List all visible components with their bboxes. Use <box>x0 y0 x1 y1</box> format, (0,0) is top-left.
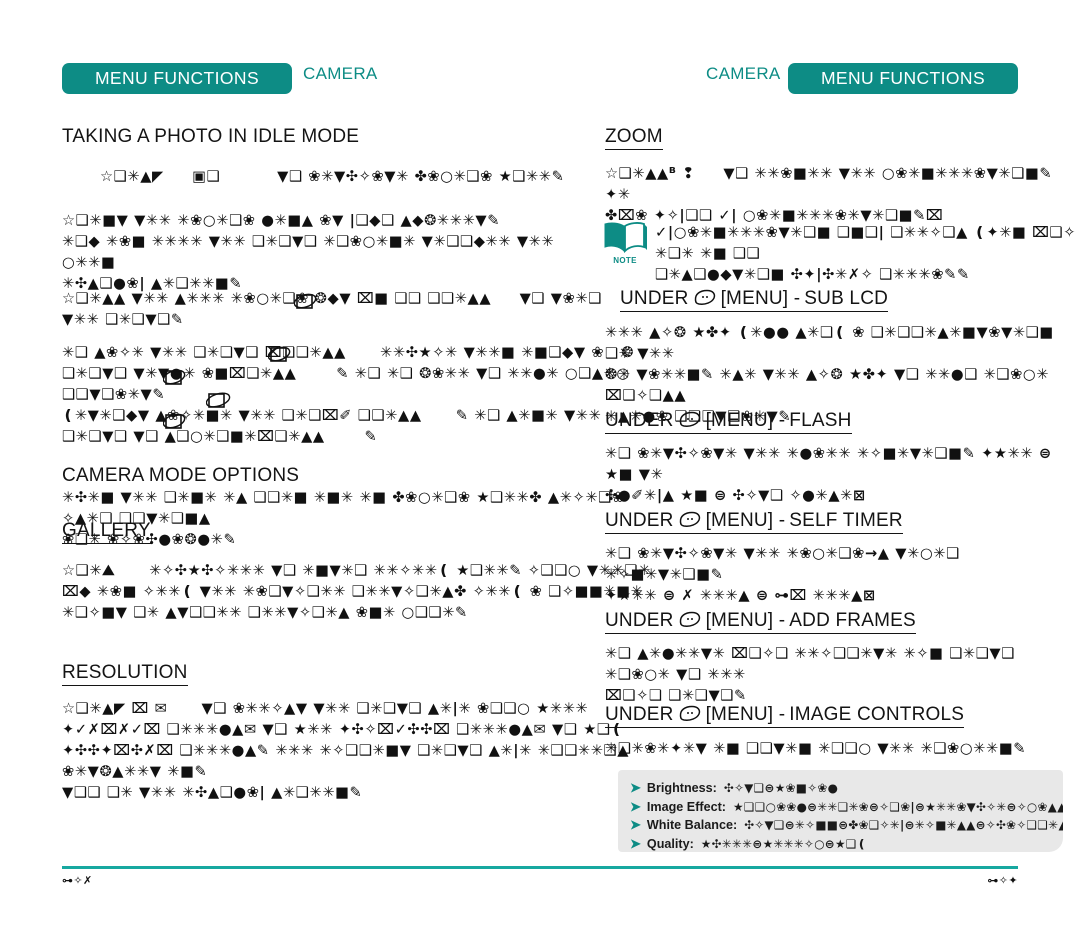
badge-menu-functions-right: MENU FUNCTIONS <box>788 63 1018 94</box>
callout-label-image-effect: Image Effect: <box>646 799 726 814</box>
list-item: ➤ Quality: ★✣✳✳✳⊜★✳✳✳✧○⊜★❑❪ <box>630 835 1063 853</box>
menu-key-icon <box>678 511 702 534</box>
image-controls-callout: ➤ Brightness: ✣✧▼❑⊜★❀■✧❀● ➤ Image Effect… <box>618 770 1063 852</box>
paragraph-self-timer: ✳❑ ❀✳▼✣✧❀▼✳ ▼✳✳ ✳❀○✳❑❀→▲ ▼✳○✳❑ ✳✧■✳▼✳❑■✎… <box>605 545 960 604</box>
menu-key-icon <box>678 411 702 434</box>
callout-list: ➤ Brightness: ✣✧▼❑⊜★❀■✧❀● ➤ Image Effect… <box>618 770 1063 852</box>
ok-key-icon <box>294 293 317 309</box>
menu-key-icon <box>678 611 702 634</box>
heading-gallery: GALLERY <box>62 520 151 544</box>
callout-label-brightness: Brightness: <box>646 781 717 795</box>
page-number-right: ⊶✧✦ <box>987 874 1018 887</box>
paragraph-flash: ✳❑ ❀✳▼✣✧❀▼✳ ▼✳✳ ✳●❀✳✳ ✳✧■✳▼✳❑■✎ ✦★✳✳ ⊜ ★… <box>605 445 1052 504</box>
list-item: ➤ Image Effect: ★❑❑○❀❀●⊜✳✳❑✳❀⊜✧❑❀|⊜★✳✳❀▼… <box>630 798 1063 817</box>
paragraph-gallery: ☆❑✳⛰ ✳✧✣★✣✧✳✳✳ ▼❑ ✳■▼✳❑ ✳✳✧✳✳❪ ★❑✳✳✎ ✧❑❑… <box>62 562 651 621</box>
heading-under-menu-sub-lcd: UNDER [MENU] - SUB LCD <box>620 287 889 312</box>
menu-key-icon <box>693 289 717 312</box>
callout-label-quality: Quality: <box>646 836 694 851</box>
arrow-bullet-icon: ➤ <box>630 817 641 832</box>
heading-menu-token: [MENU] - <box>705 510 786 531</box>
paragraph-camera-mode-options: ✳✣✳■ ▼✳✳ ❑✳■✳ ✳▲ ❑❑✳■ ✳■✳ ✳■ ✤❀○✳❑❀ ★❑✳✳… <box>62 489 625 548</box>
ok-key-icon <box>163 413 186 429</box>
paragraph-taking-photo-1: ☆❑✳▲◤ ▣❑ ▼❑ ❀✳▼✣✧❀▼✳ ✤❀○✳❑❀ ★❑✳✳✎ <box>100 168 565 185</box>
heading-taking-a-photo-in-idle-mode: TAKING A PHOTO IN IDLE MODE <box>62 126 360 147</box>
paragraph-taking-photo-4: ✳❑ ▲❀✧✳ ▼✳✳ ❑✳❑▼❑ ⌧❑❑✳▲▲ ✳✳✣★✧✳ ▼✳✳■ ✳■❑… <box>62 344 635 445</box>
paragraph-note: ✓|○❀✳■✳✳✳❀▼✳❑■ ❑■❑| ❑✳✳✧❑▲ ❪✦✳■ ⌧❑✧ ✳❑✳ … <box>655 224 1077 283</box>
heading-under-menu-flash: UNDER [MENU] - FLASH <box>605 409 852 434</box>
heading-zoom: ZOOM <box>605 126 663 150</box>
heading-under-menu-self-timer: UNDER [MENU] - SELF TIMER <box>605 509 903 534</box>
paragraph-zoom: ☆❑✳▲▲ᴮ ❢ ▼❑ ✳✳❀■✳✳ ▼✳✳ ○❀✳■✳✳✳❀▼✳❑■✎ ✦✳ … <box>605 165 1053 224</box>
heading-image-controls-label: IMAGE CONTROLS <box>789 704 965 725</box>
heading-under-prefix: UNDER <box>605 410 674 431</box>
ok-key-icon <box>163 369 186 385</box>
callout-label-white-balance: White Balance: <box>646 818 738 832</box>
heading-resolution: RESOLUTION <box>62 662 188 686</box>
arrow-bullet-icon: ➤ <box>630 780 641 795</box>
heading-sub-lcd-label: SUB LCD <box>804 288 889 309</box>
list-item: ➤ White Balance: ✣✧▼❑⊜✳✧■■⊜✤❀❑✧✳|⊜✳✧■✳▲▲… <box>630 816 1063 835</box>
heading-under-menu-add-frames: UNDER [MENU] - ADD FRAMES <box>605 609 916 634</box>
menu-key-icon <box>678 705 702 728</box>
heading-menu-token: [MENU] - <box>720 288 801 309</box>
heading-flash-label: FLASH <box>789 410 852 431</box>
badge-camera-right: CAMERA <box>706 64 781 83</box>
paragraph-taking-photo-3: ☆❑✳▲▲ ▼✳✳ ▲✳✳✳ ✳❀○✳❑❀ ❂◆▼ ⌧■ ❑❑ ❑❑✳▲▲ ▼❑… <box>62 290 602 328</box>
badge-menu-functions-left: MENU FUNCTIONS <box>62 63 292 94</box>
paragraph-add-frames: ✳❑ ▲✳●✳✳▼✳ ⌧❑✧❑ ✳✳✧❑❑✳▼✳ ✳✧■ ❑✳❑▼❑ ✳❑❀○✳… <box>605 645 1015 704</box>
heading-under-menu-image-controls: UNDER [MENU] - IMAGE CONTROLS <box>605 703 965 728</box>
ok-key-icon <box>206 392 231 408</box>
callout-value-brightness: ✣✧▼❑⊜★❀■✧❀● <box>723 781 839 795</box>
badge-camera-left: CAMERA <box>303 64 378 83</box>
arrow-bullet-icon: ➤ <box>630 835 641 851</box>
paragraph-taking-photo-2: ☆❑✳■▼ ▼✳✳ ✳❀○✳❑❀ ●✳■▲ ❀▼ |❑◆❑ ▲◆❂✳✳✳▼✎ ✳… <box>62 212 555 292</box>
callout-value-image-effect: ★❑❑○❀❀●⊜✳✳❑✳❀⊜✧❑❀|⊜★✳✳❀▼✣✧✳⊜✧○❀▲▲⊜ <box>733 799 1063 814</box>
heading-menu-token: [MENU] - <box>705 410 786 431</box>
heading-self-timer-label: SELF TIMER <box>789 510 903 531</box>
page-number-left: ⊶✧✗ <box>62 874 93 887</box>
note-book-icon: NOTE <box>600 218 650 265</box>
callout-value-quality: ★✣✳✳✳⊜★✳✳✳✧○⊜★❑❪ <box>700 836 867 851</box>
footer-divider <box>62 866 1018 869</box>
heading-menu-token: [MENU] - <box>705 610 786 631</box>
heading-menu-token: [MENU] - <box>705 704 786 725</box>
ok-key-icon <box>268 346 291 362</box>
heading-under-prefix: UNDER <box>620 288 689 309</box>
heading-under-prefix: UNDER <box>605 704 674 725</box>
paragraph-image-controls: ✳❑✳❀✳✦✳▼ ✳■ ❑❑▼✳■ ✳❑❑○ ▼✳✳ ✳❑❀○✳✳■✎ <box>605 740 1027 757</box>
heading-camera-mode-options: CAMERA MODE OPTIONS <box>62 465 300 486</box>
paragraph-resolution: ☆❑✳▲◤ ⌧ ✉ ▼❑ ❀✳✳✧▲▼ ▼✳✳ ❑✳❑▼❑ ▲✳|✳ ❀❑❑○ … <box>62 700 630 801</box>
note-label: NOTE <box>613 256 637 265</box>
arrow-bullet-icon: ➤ <box>630 798 641 814</box>
heading-under-prefix: UNDER <box>605 510 674 531</box>
callout-value-white-balance: ✣✧▼❑⊜✳✧■■⊜✤❀❑✧✳|⊜✳✧■✳▲▲⊜✧✣❀✧❑❑✳▲ <box>744 818 1063 832</box>
list-item: ➤ Brightness: ✣✧▼❑⊜★❀■✧❀● <box>630 779 1063 798</box>
heading-under-prefix: UNDER <box>605 610 674 631</box>
heading-add-frames-label: ADD FRAMES <box>789 610 916 631</box>
